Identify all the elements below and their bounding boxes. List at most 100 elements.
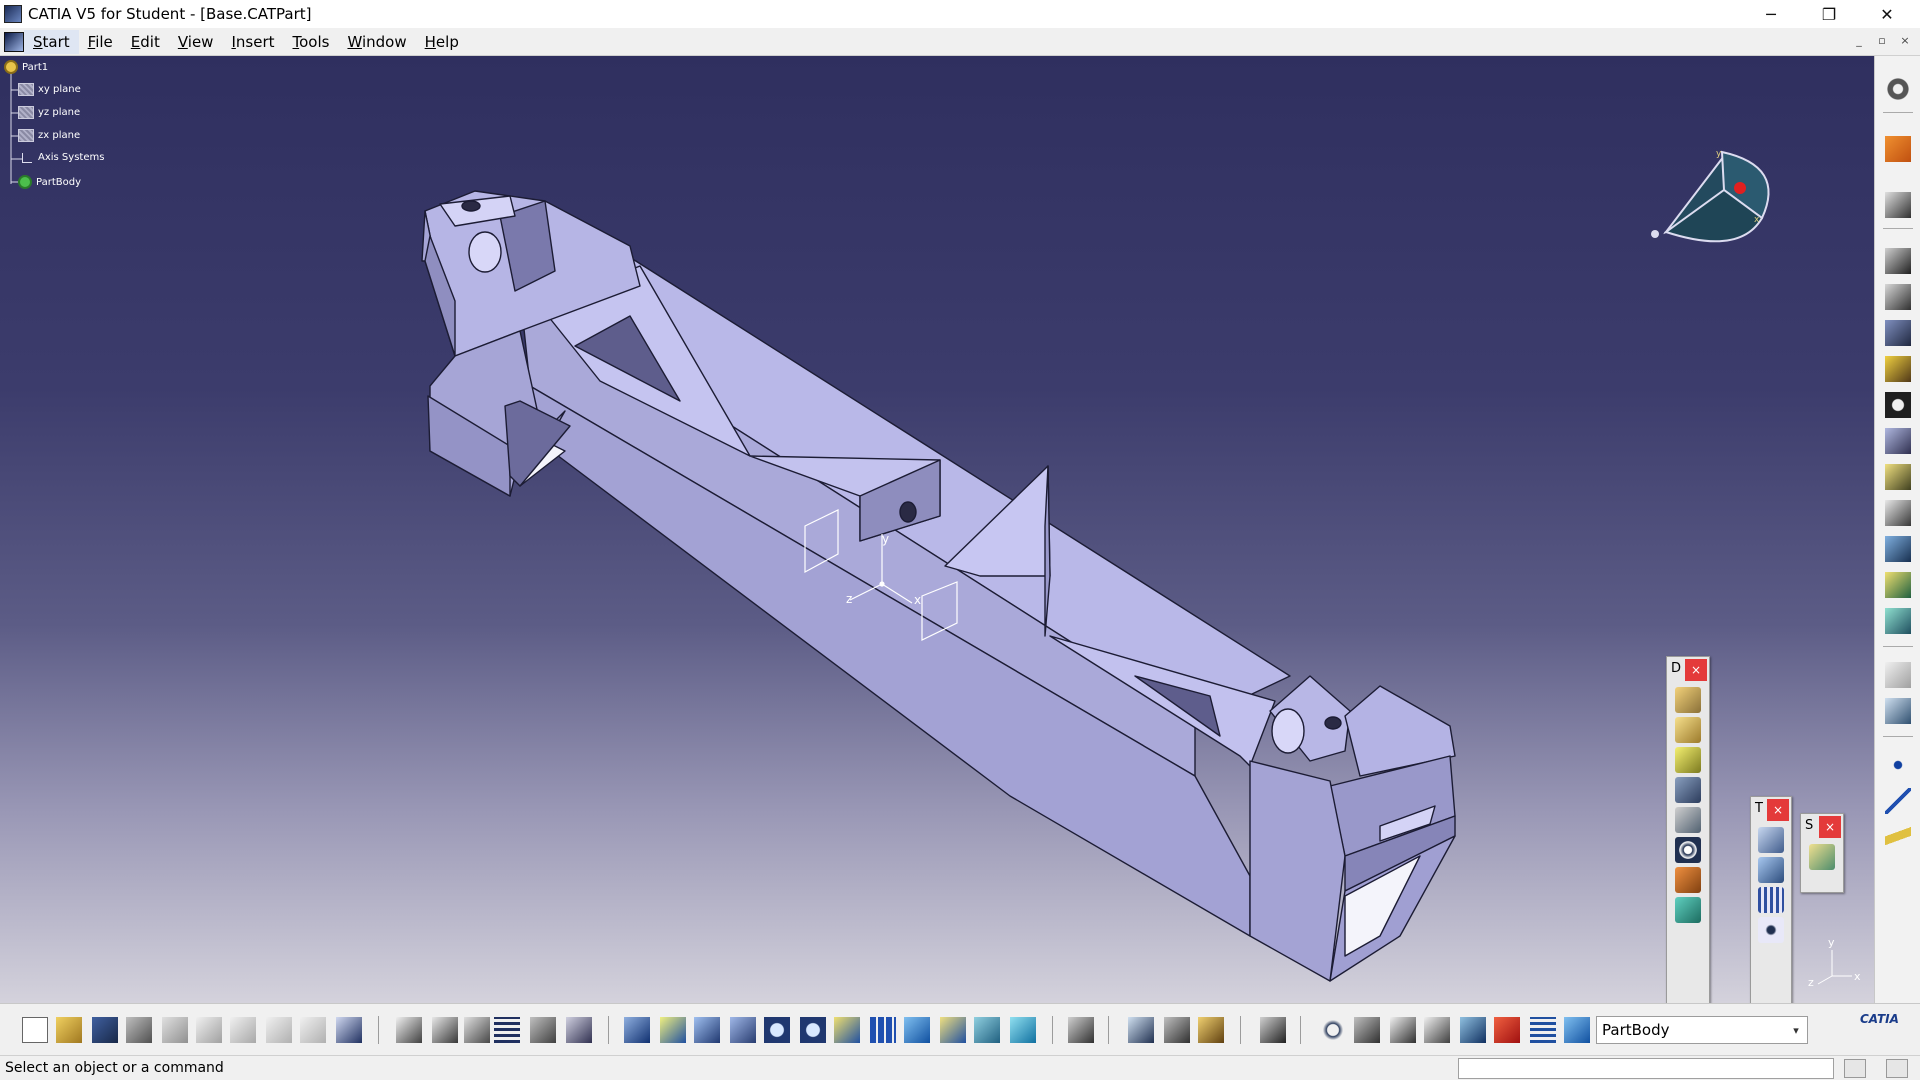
toolbar-title[interactable]: D × <box>1667 657 1709 683</box>
paste-icon[interactable] <box>230 1017 256 1043</box>
redo-icon[interactable] <box>300 1017 326 1043</box>
select-cursor-icon[interactable] <box>1885 136 1911 162</box>
save-icon[interactable] <box>92 1017 118 1043</box>
power-input-field[interactable] <box>1458 1058 1834 1079</box>
floating-toolbar-transformation[interactable]: T × <box>1750 796 1792 1003</box>
tree-item-axis-systems[interactable]: Axis Systems <box>18 152 104 163</box>
multi-view-icon[interactable] <box>870 1017 896 1043</box>
undo-icon[interactable] <box>266 1017 292 1043</box>
translation-icon[interactable] <box>1758 827 1784 853</box>
hole-icon[interactable] <box>1885 392 1911 418</box>
tree-root-part1[interactable]: Part1 <box>4 60 48 74</box>
scaling-icon[interactable] <box>1758 917 1784 943</box>
create-datum-icon[interactable] <box>1460 1017 1486 1043</box>
doc-restore-button[interactable]: ▫ <box>1872 34 1892 47</box>
gear-icon[interactable] <box>1885 76 1911 102</box>
toolbar-close-button[interactable]: × <box>1685 659 1707 681</box>
fit-all-icon[interactable] <box>660 1017 686 1043</box>
measure-inertia-icon[interactable] <box>1198 1017 1224 1043</box>
line-icon[interactable] <box>1885 788 1911 814</box>
menu-view[interactable]: View <box>169 30 223 54</box>
print-icon[interactable] <box>126 1017 152 1043</box>
stiffener-icon[interactable] <box>1885 500 1911 526</box>
pan-icon[interactable] <box>694 1017 720 1043</box>
rib-icon[interactable] <box>1885 428 1911 454</box>
apply-material-icon[interactable] <box>1354 1017 1380 1043</box>
restore-button[interactable]: ❐ <box>1806 0 1852 28</box>
tree-item-partbody[interactable]: PartBody <box>18 175 81 189</box>
menu-help[interactable]: Help <box>416 30 468 54</box>
open-folder-icon[interactable] <box>56 1017 82 1043</box>
mirror-icon[interactable] <box>1758 857 1784 883</box>
copy-icon[interactable] <box>196 1017 222 1043</box>
cut-icon[interactable] <box>162 1017 188 1043</box>
input-mode-button[interactable] <box>1844 1059 1866 1078</box>
measure-between-icon[interactable] <box>1128 1017 1154 1043</box>
thread-icon[interactable] <box>1675 837 1701 863</box>
menu-insert[interactable]: Insert <box>222 30 283 54</box>
shading-icon[interactable] <box>940 1017 966 1043</box>
reference-element-icon[interactable] <box>1885 662 1911 688</box>
axis-system-icon[interactable] <box>1390 1017 1416 1043</box>
measure-item-icon[interactable] <box>1164 1017 1190 1043</box>
plane-icon[interactable] <box>1885 824 1911 850</box>
snap-to-point-icon[interactable] <box>1494 1017 1520 1043</box>
instantiate-icon[interactable] <box>566 1017 592 1043</box>
rotate-icon[interactable] <box>730 1017 756 1043</box>
new-document-icon[interactable] <box>22 1017 48 1043</box>
normal-view-icon[interactable] <box>834 1017 860 1043</box>
zoom-in-icon[interactable] <box>764 1017 790 1043</box>
menu-tools[interactable]: Tools <box>284 30 339 54</box>
slot-icon[interactable] <box>1885 464 1911 490</box>
knowledge-advisor-icon[interactable] <box>432 1017 458 1043</box>
floating-toolbar-surface[interactable]: S × <box>1800 813 1844 893</box>
solid-combine-icon[interactable] <box>1885 608 1911 634</box>
toolbar-close-button[interactable]: × <box>1767 799 1789 821</box>
whats-this-icon[interactable] <box>336 1017 362 1043</box>
update-icon[interactable] <box>1320 1017 1346 1043</box>
table-icon[interactable] <box>494 1017 520 1043</box>
navigation-compass-icon[interactable]: y x <box>1651 149 1770 243</box>
menu-file[interactable]: File <box>79 30 122 54</box>
catalog-icon[interactable] <box>530 1017 556 1043</box>
toolbar-title[interactable]: S × <box>1801 814 1843 840</box>
point-icon[interactable] <box>1885 752 1911 778</box>
toolbar-title[interactable]: T × <box>1751 797 1791 823</box>
zoom-out-icon[interactable] <box>800 1017 826 1043</box>
draft-icon[interactable] <box>1675 747 1701 773</box>
doc-close-button[interactable]: × <box>1895 34 1915 47</box>
capture-camera-icon[interactable] <box>1260 1017 1286 1043</box>
minimize-button[interactable]: ─ <box>1748 0 1794 28</box>
menu-edit[interactable]: Edit <box>122 30 169 54</box>
groove-icon[interactable] <box>1885 356 1911 382</box>
fly-mode-icon[interactable] <box>624 1017 650 1043</box>
menu-window[interactable]: Window <box>338 30 415 54</box>
boolean-icon[interactable] <box>1885 698 1911 724</box>
close-button[interactable]: ✕ <box>1864 0 1910 28</box>
multi-section-solid-icon[interactable] <box>1885 536 1911 562</box>
3d-viewport[interactable]: y x z y x y x z Part1 xy plane yz plane … <box>0 56 1874 1003</box>
swap-visible-space-icon[interactable] <box>1010 1017 1036 1043</box>
part-body-icon[interactable] <box>1564 1017 1590 1043</box>
tree-item-xy-plane[interactable]: xy plane <box>18 83 81 96</box>
replace-face-icon[interactable] <box>1675 897 1701 923</box>
shaft-icon[interactable] <box>1885 320 1911 346</box>
list-icon[interactable] <box>1530 1017 1556 1043</box>
removed-multi-section-icon[interactable] <box>1885 572 1911 598</box>
formula-icon[interactable] <box>396 1017 422 1043</box>
isometric-view-icon[interactable] <box>904 1017 930 1043</box>
floating-toolbar-dress-up[interactable]: D × <box>1666 656 1710 1003</box>
fillet-icon[interactable] <box>1675 687 1701 713</box>
remove-face-icon[interactable] <box>1675 867 1701 893</box>
lock-icon[interactable] <box>464 1017 490 1043</box>
pad-icon[interactable] <box>1885 248 1911 274</box>
hide-show-icon[interactable] <box>974 1017 1000 1043</box>
menu-start[interactable]: Start <box>24 29 79 54</box>
magnifier-icon[interactable] <box>1886 1059 1908 1078</box>
split-icon[interactable] <box>1809 844 1835 870</box>
sketch-icon[interactable] <box>1885 192 1911 218</box>
pattern-icon[interactable] <box>1758 887 1784 913</box>
scale-values-icon[interactable] <box>1424 1017 1450 1043</box>
pocket-icon[interactable] <box>1885 284 1911 310</box>
start-menu-icon[interactable] <box>4 31 24 52</box>
